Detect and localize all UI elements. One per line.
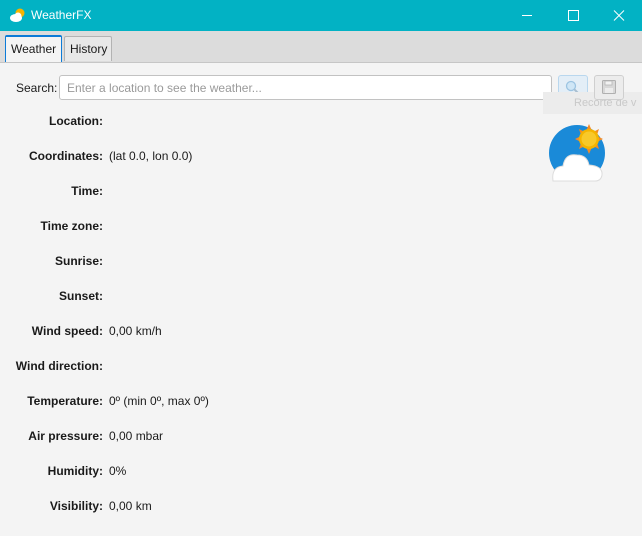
coordinates-label: Coordinates: (28, 149, 103, 163)
sunrise-label: Sunrise: (54, 254, 103, 268)
tab-history[interactable]: History (64, 36, 112, 61)
wind-speed-value: 0,00 km/h (109, 324, 162, 338)
visibility-label: Visibility: (49, 499, 103, 513)
sunset-label: Sunset: (58, 289, 103, 303)
close-button[interactable] (596, 0, 642, 31)
maximize-button[interactable] (550, 0, 596, 31)
time-zone-label: Time zone: (40, 219, 103, 233)
tab-weather[interactable]: Weather (5, 35, 62, 62)
wind-direction-label: Wind direction: (15, 359, 103, 373)
humidity-label: Humidity: (47, 464, 103, 478)
search-input[interactable] (59, 75, 552, 100)
window-title: WeatherFX (31, 8, 92, 22)
humidity-value: 0% (109, 464, 127, 478)
visibility-value: 0,00 km (109, 499, 152, 513)
maximize-icon (568, 10, 579, 21)
wind-speed-label: Wind speed: (31, 324, 103, 338)
minimize-button[interactable] (504, 0, 550, 31)
time-label: Time: (71, 184, 103, 198)
temperature-value: 0º (min 0º, max 0º) (109, 394, 209, 408)
close-icon (613, 10, 625, 21)
tooltip: Recorte de v (543, 92, 642, 114)
coordinates-value: (lat 0.0, lon 0.0) (109, 149, 193, 163)
location-label: Location: (49, 114, 103, 128)
air-pressure-value: 0,00 mbar (109, 429, 164, 443)
save-button[interactable] (594, 75, 624, 100)
air-pressure-label: Air pressure: (28, 429, 103, 443)
temperature-label: Temperature: (27, 394, 103, 408)
sun-cloud-icon (10, 8, 25, 22)
partly-cloudy-icon (549, 124, 605, 182)
save-icon (602, 80, 616, 94)
search-label: Search: (16, 81, 58, 95)
title-bar[interactable]: WeatherFX (0, 0, 642, 31)
minimize-icon (522, 15, 532, 16)
tab-strip: Weather History (0, 31, 642, 63)
